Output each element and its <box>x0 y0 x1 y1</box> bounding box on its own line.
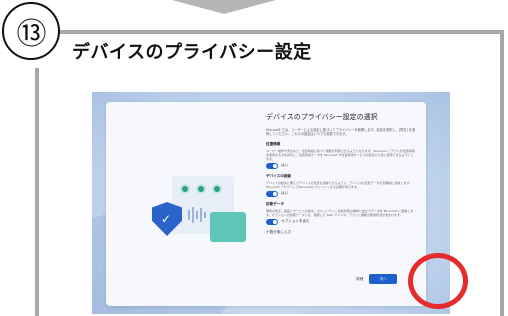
screenshot-screen: ✓ デバイスのプライバシー設定の選択 Microsoft では、ユーザーによる設… <box>92 92 450 314</box>
highlight-circle <box>408 253 468 309</box>
step-number: ⑬ <box>2 2 60 60</box>
settings-panel: デバイスのプライバシー設定の選択 Microsoft では、ユーザーによる設定に… <box>266 112 416 235</box>
location-dot-icon <box>212 184 222 194</box>
next-button[interactable]: 次へ <box>369 274 398 284</box>
location-dot-icon <box>196 184 206 194</box>
location-dot-icon <box>180 184 190 194</box>
frame-border-top <box>54 30 504 34</box>
diagnostics-toggle[interactable] <box>266 218 278 225</box>
section-text-diagnostics: 問題の修正、製品とサービスの改善、セキュリティと最新状態の維持に役立つデータを … <box>266 208 414 217</box>
frame-border-right <box>500 30 504 316</box>
section-heading-location: 位置情報 <box>266 141 281 146</box>
section-text-find-device: デバイスの紛失に備えてデバイスの位置を追跡できるように、デバイスの位置データを定… <box>266 180 413 189</box>
oobe-title: デバイスのプライバシー設定の選択 <box>266 113 378 121</box>
find-device-toggle-label: はい <box>281 191 289 196</box>
down-arrow-indicator <box>172 0 276 14</box>
section-heading-find-device: デバイスの検索 <box>266 173 292 178</box>
extra-link[interactable]: 十数分後に入力 <box>266 230 416 235</box>
oobe-window: ✓ デバイスのプライバシー設定の選択 Microsoft では、ユーザーによる設… <box>106 102 426 306</box>
section-heading-diagnostics: 診断データ <box>266 201 284 206</box>
chat-bubble-icon <box>210 212 246 242</box>
checkmark-icon: ✓ <box>161 212 172 226</box>
step-title: デバイスのプライバシー設定 <box>72 42 312 63</box>
section-text-location: ユーザー操作や天気など、位置情報に基づく機能を利用できるようになります。Wind… <box>266 148 415 161</box>
diagnostics-toggle-label: オプションを含む <box>281 219 310 224</box>
bottom-actions: 詳細 次へ <box>356 274 398 284</box>
privacy-illustration: ✓ <box>144 166 254 266</box>
frame-border-left <box>35 68 39 316</box>
location-toggle-label: はい <box>281 163 289 168</box>
oobe-description: Microsoft では、ユーザーによる設定に基づいてプライバシーを管理します。… <box>266 128 416 137</box>
find-device-toggle[interactable] <box>266 190 278 197</box>
more-button[interactable]: 詳細 <box>356 277 363 282</box>
location-toggle[interactable] <box>266 162 278 169</box>
